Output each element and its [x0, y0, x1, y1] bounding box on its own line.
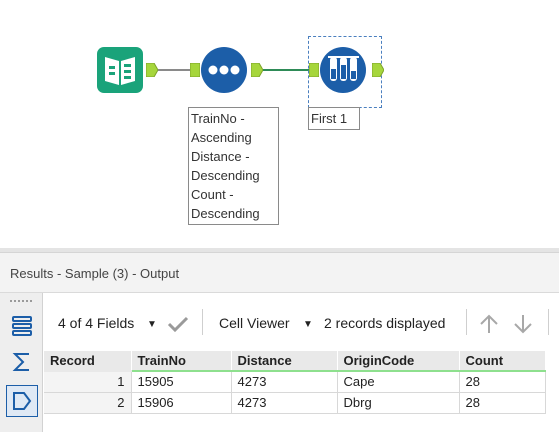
connection-wire[interactable] [158, 69, 192, 71]
results-header: Results - Sample (3) - Output [0, 252, 559, 293]
table-row[interactable]: 1 15905 4273 Cape 28 [44, 371, 546, 393]
table-cell[interactable]: 28 [459, 392, 546, 414]
table-cell[interactable]: Dbrg [337, 392, 460, 414]
test-tubes-icon [320, 47, 366, 93]
results-toolbar: 4 of 4 Fields ▼ Cell Viewer ▼ 2 records … [44, 293, 559, 351]
grip-icon [10, 300, 32, 302]
table-cell[interactable]: 15905 [131, 371, 232, 393]
workflow-canvas[interactable]: TrainNo - Ascending Distance - Descendin… [0, 0, 559, 248]
column-header[interactable]: Distance [231, 351, 338, 372]
input-tool[interactable] [97, 47, 143, 93]
column-header[interactable]: OriginCode [337, 351, 460, 372]
sort-annotation: TrainNo - Ascending Distance - Descendin… [188, 107, 279, 225]
sort-input-anchor[interactable] [189, 62, 201, 82]
results-grid[interactable]: Record TrainNo Distance OriginCode Count… [44, 351, 559, 414]
chevron-down-icon[interactable]: ▼ [147, 319, 157, 330]
sample-output-anchor[interactable] [371, 62, 385, 82]
results-title: Results - Sample (3) - Output [10, 266, 180, 281]
arrow-down-icon[interactable] [512, 313, 534, 335]
sort-output-anchor[interactable] [250, 62, 264, 82]
column-header[interactable]: Record [44, 351, 132, 372]
table-cell[interactable]: 28 [459, 371, 546, 393]
record-number: 2 [44, 392, 132, 414]
records-displayed: 2 records displayed [324, 315, 446, 331]
output-anchor-icon[interactable] [6, 385, 38, 417]
sort-tool[interactable] [201, 47, 247, 93]
check-icon[interactable] [167, 315, 189, 333]
input-output-anchor[interactable] [145, 62, 159, 82]
results-side-rail [0, 293, 43, 432]
table-cell[interactable]: 4273 [231, 371, 338, 393]
fields-dropdown[interactable]: 4 of 4 Fields [58, 315, 134, 331]
table-cell[interactable]: 4273 [231, 392, 338, 414]
column-header[interactable]: TrainNo [131, 351, 232, 372]
table-view-icon[interactable] [6, 311, 37, 341]
sample-tool[interactable] [320, 47, 366, 93]
three-dots-icon [201, 47, 247, 93]
summary-sigma-icon[interactable] [6, 347, 37, 377]
sample-annotation: First 1 [308, 107, 360, 130]
column-header[interactable]: Count [459, 351, 546, 372]
table-header-row: Record TrainNo Distance OriginCode Count [44, 351, 546, 372]
arrow-up-icon[interactable] [478, 313, 500, 335]
table-row[interactable]: 2 15906 4273 Dbrg 28 [44, 392, 546, 414]
table-cell[interactable]: Cape [337, 371, 460, 393]
cell-viewer-dropdown[interactable]: Cell Viewer [219, 315, 290, 331]
record-number: 1 [44, 371, 132, 393]
chevron-down-icon[interactable]: ▼ [303, 319, 313, 330]
book-open-icon [97, 47, 143, 93]
connection-wire[interactable] [263, 69, 311, 71]
table-cell[interactable]: 15906 [131, 392, 232, 414]
